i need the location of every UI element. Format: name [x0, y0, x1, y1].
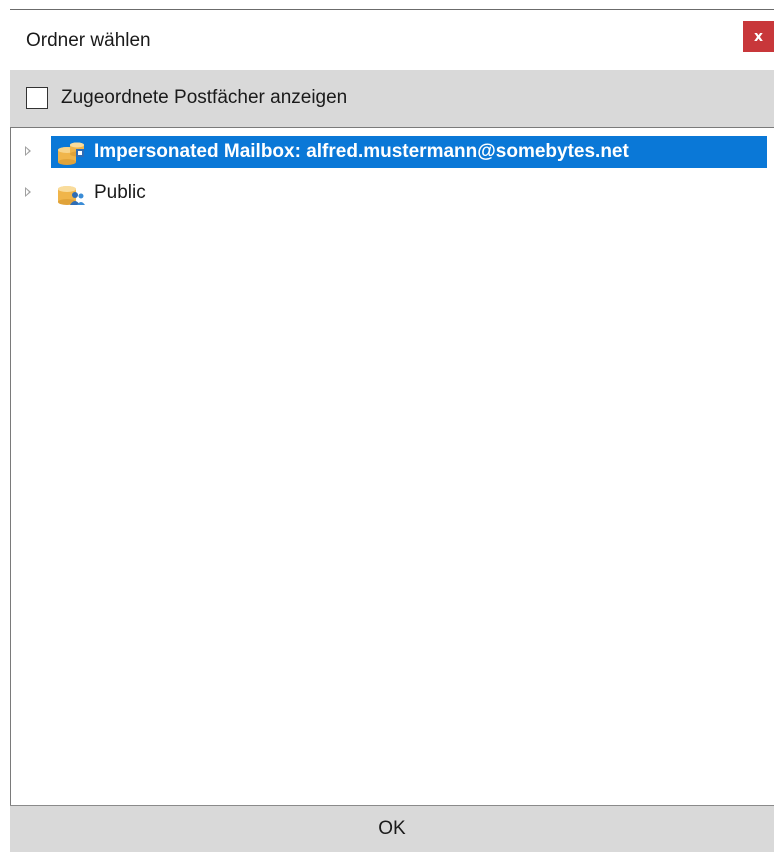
expand-arrow-icon[interactable] — [25, 187, 31, 197]
expand-arrow-icon[interactable] — [25, 146, 31, 156]
mailbox-database-icon — [58, 142, 84, 165]
ok-button-label: OK — [378, 818, 406, 839]
close-button[interactable]: x — [743, 21, 774, 52]
dialog-title: Ordner wählen — [26, 30, 151, 51]
folder-tree: Impersonated Mailbox: alfred.mustermann@… — [10, 127, 774, 805]
options-bar: Zugeordnete Postfächer anzeigen — [10, 70, 774, 127]
title-bar: Ordner wählen — [0, 10, 774, 70]
tree-node-impersonated-mailbox[interactable]: Impersonated Mailbox: alfred.mustermann@… — [11, 136, 771, 168]
tree-node-public[interactable]: Public — [11, 177, 771, 209]
ok-button[interactable]: OK — [10, 805, 774, 852]
tree-node-label[interactable]: Impersonated Mailbox: alfred.mustermann@… — [94, 141, 629, 163]
show-mailboxes-label[interactable]: Zugeordnete Postfächer anzeigen — [61, 87, 347, 109]
folder-picker-dialog: Ordner wählen x Zugeordnete Postfächer a… — [0, 0, 774, 852]
public-folder-database-icon — [58, 186, 85, 205]
show-mailboxes-checkbox[interactable] — [26, 87, 48, 109]
tree-node-label[interactable]: Public — [94, 182, 146, 204]
